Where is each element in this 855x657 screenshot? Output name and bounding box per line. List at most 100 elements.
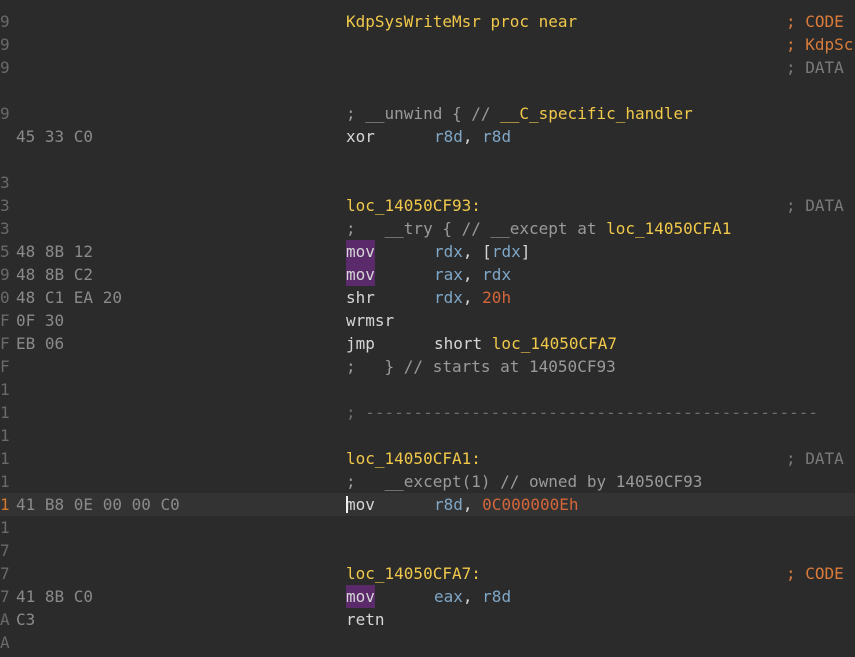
opcode-bytes: EB 06 [16,334,65,353]
register-operand[interactable]: r8d [482,127,511,146]
xref-comment[interactable]: ; CODE [786,562,844,585]
address-gutter[interactable]: A [0,608,10,631]
listing-row[interactable]: 7 loc_14050CFA7: ; CODE [0,562,855,585]
instruction-operands[interactable]: r8d, r8d [434,125,511,148]
register-operand[interactable]: r8d [482,587,511,606]
code-label[interactable]: loc_14050CF93: [346,194,481,217]
disassembly-view[interactable]: 9 KdpSysWriteMsr proc near; CODE 9; KdpSc 9… [0,0,855,657]
code-label[interactable]: KdpSysWriteMsr proc near [346,10,577,33]
address-gutter[interactable]: 9 [0,56,10,79]
xref-comment[interactable]: ; DATA [786,447,844,470]
listing-row[interactable]: 1 loc_14050CFA1: ; DATA [0,447,855,470]
listing-row[interactable]: 9 48 8B C2 mov rax, rdx [0,263,855,286]
listing-row[interactable]: 9 ; DATA [0,56,855,79]
instruction-mnemonic[interactable]: wrmsr [346,309,394,332]
xref-comment[interactable]: ; CODE [786,10,844,33]
listing-row[interactable]: 7 [0,539,855,562]
listing-row[interactable]: 9 ; __unwind { // __C_specific_handler [0,102,855,125]
listing-row[interactable]: 1 ; -------------------------------------… [0,401,855,424]
symbol-reference[interactable]: loc_14050CFA1 [606,219,731,238]
listing-row[interactable]: 9 ; KdpSc [0,33,855,56]
instruction-operands[interactable]: rax, rdx [434,263,511,286]
address-gutter[interactable]: 1 [0,493,10,516]
address-gutter[interactable]: F [0,309,10,332]
address-gutter[interactable]: 5 [0,240,10,263]
listing-row[interactable]: 7 41 8B C0 mov eax, r8d [0,585,855,608]
listing-row[interactable]: 1 [0,516,855,539]
code-label[interactable]: loc_14050CFA7: [346,562,481,585]
listing-row[interactable]: 1 [0,424,855,447]
label-name[interactable]: KdpSysWriteMsr [346,12,481,31]
instruction-mnemonic[interactable]: mov [346,493,375,516]
label-name[interactable]: loc_14050CFA7: [346,564,481,583]
address-gutter[interactable]: A [0,631,10,654]
address-gutter[interactable]: F [0,332,10,355]
listing-row[interactable]: A C3 retn [0,608,855,631]
listing-row[interactable]: F EB 06 jmp short loc_14050CFA7 [0,332,855,355]
instruction-mnemonic[interactable]: mov [346,240,375,263]
instruction-operands[interactable]: rdx, 20h [434,286,511,309]
address-gutter[interactable]: 1 [0,401,10,424]
numeric-operand[interactable]: 20h [482,288,511,307]
listing-row[interactable]: F 0F 30 wrmsr [0,309,855,332]
numeric-operand[interactable]: 0C000000Eh [482,495,578,514]
xref-comment[interactable]: ; KdpSc [786,33,853,56]
listing-row[interactable]: 1 41 B8 0E 00 00 C0 mov r8d, 0C000000Eh [0,493,855,516]
listing-row[interactable] [0,148,855,171]
instruction-mnemonic[interactable]: mov [346,585,375,608]
label-name[interactable]: loc_14050CFA1: [346,449,481,468]
address-gutter[interactable]: 7 [0,585,10,608]
instruction-mnemonic[interactable]: jmp [346,332,375,355]
listing-row[interactable]: 3 [0,171,855,194]
listing-row[interactable] [0,79,855,102]
address-gutter[interactable]: 7 [0,562,10,585]
listing-row[interactable]: A [0,631,855,654]
address-gutter[interactable]: 1 [0,447,10,470]
listing-row[interactable]: F ; } // starts at 14050CF93 [0,355,855,378]
register-operand[interactable]: rax [434,265,463,284]
xref-comment[interactable]: ; DATA [786,56,844,79]
listing-row[interactable]: 3 ; __try { // __except at loc_14050CFA1 [0,217,855,240]
instruction-mnemonic[interactable]: retn [346,608,385,631]
address-gutter[interactable]: 3 [0,171,10,194]
address-gutter[interactable]: 1 [0,516,10,539]
register-operand[interactable]: rdx [434,242,463,261]
address-gutter[interactable]: 7 [0,539,10,562]
address-gutter[interactable]: 1 [0,470,10,493]
instruction-mnemonic[interactable]: xor [346,125,375,148]
register-operand[interactable]: rdx [434,288,463,307]
listing-row[interactable]: 1 [0,378,855,401]
register-operand[interactable]: r8d [434,495,463,514]
instruction-operands[interactable]: short loc_14050CFA7 [434,332,617,355]
symbol-reference[interactable]: loc_14050CFA7 [492,334,617,353]
listing-row[interactable]: 45 33 C0 xor r8d, r8d [0,125,855,148]
register-operand[interactable]: rdx [492,242,521,261]
register-operand[interactable]: eax [434,587,463,606]
label-name[interactable]: loc_14050CF93: [346,196,481,215]
code-label[interactable]: loc_14050CFA1: [346,447,481,470]
listing-row[interactable]: 5 48 8B 12 mov rdx, [rdx] [0,240,855,263]
address-gutter[interactable]: 1 [0,424,10,447]
listing-row[interactable]: 9 KdpSysWriteMsr proc near ; CODE [0,10,855,33]
instruction-operands[interactable]: eax, r8d [434,585,511,608]
address-gutter[interactable]: 3 [0,217,10,240]
instruction-operands[interactable]: r8d, 0C000000Eh [434,493,579,516]
instruction-mnemonic[interactable]: mov [346,263,375,286]
register-operand[interactable]: r8d [434,127,463,146]
symbol-reference[interactable]: __C_specific_handler [500,104,693,123]
instruction-operands[interactable]: rdx, [rdx] [434,240,530,263]
xref-comment[interactable]: ; DATA [786,194,844,217]
register-operand[interactable]: rdx [482,265,511,284]
address-gutter[interactable]: F [0,355,10,378]
address-gutter[interactable]: 9 [0,33,10,56]
address-gutter[interactable]: 1 [0,378,10,401]
listing-row[interactable]: 3 loc_14050CF93: ; DATA [0,194,855,217]
listing-row[interactable]: 0 48 C1 EA 20 shr rdx, 20h [0,286,855,309]
instruction-mnemonic[interactable]: shr [346,286,375,309]
listing-row[interactable]: 1 ; __except(1) // owned by 14050CF93 [0,470,855,493]
address-gutter[interactable]: 3 [0,194,10,217]
address-gutter[interactable]: 9 [0,10,10,33]
address-gutter[interactable]: 9 [0,102,10,125]
address-gutter[interactable]: 0 [0,286,10,309]
address-gutter[interactable]: 9 [0,263,10,286]
